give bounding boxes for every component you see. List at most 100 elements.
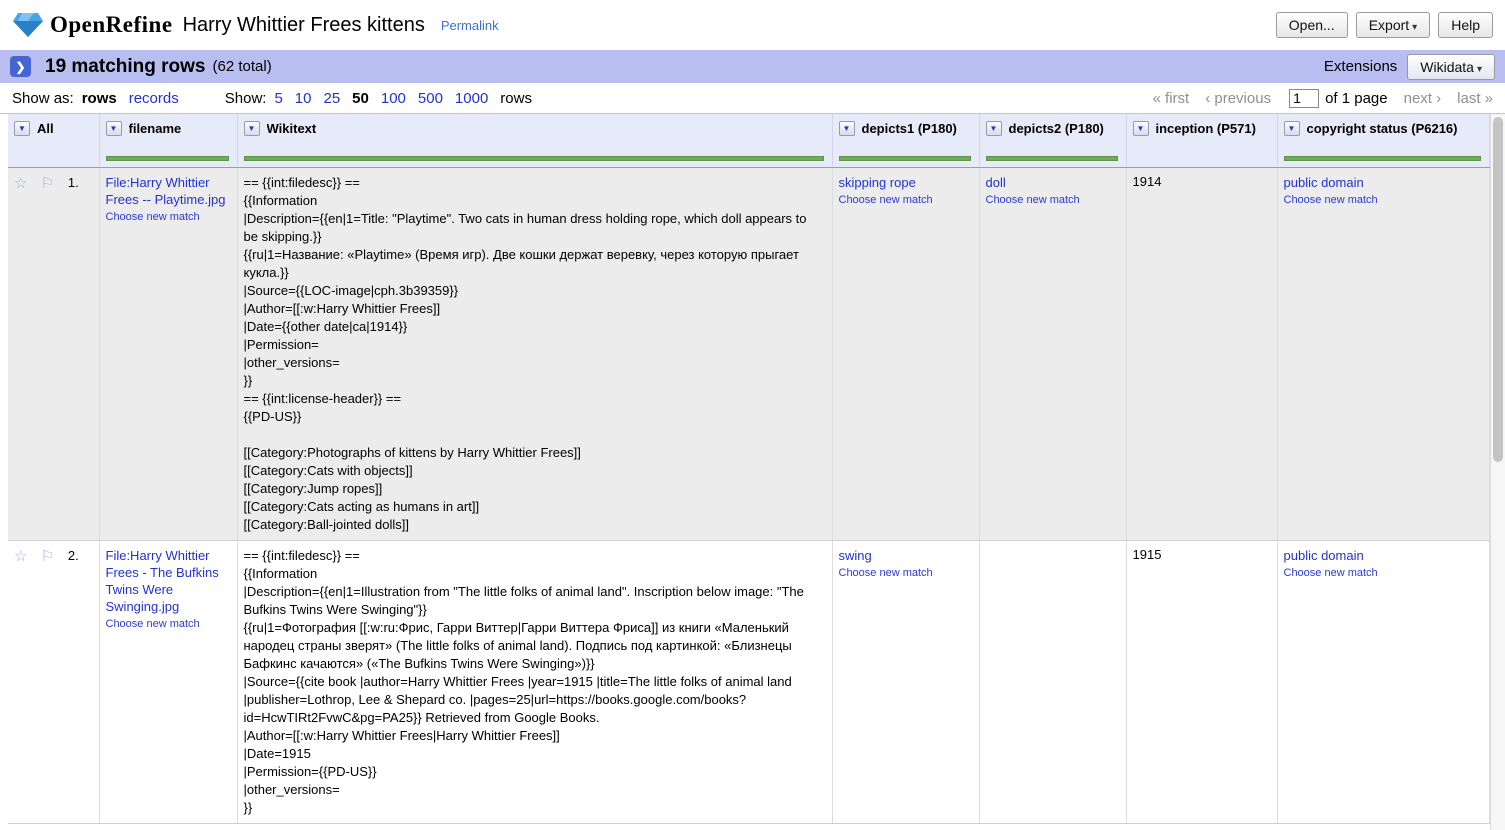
flag-icon[interactable]: ⚐ <box>40 548 53 566</box>
page-size-25[interactable]: 25 <box>323 90 340 107</box>
filename-link[interactable]: File:Harry Whittier Frees -- Playtime.jp… <box>106 175 226 207</box>
show-as-records-option[interactable]: records <box>129 90 179 107</box>
choose-new-match-link[interactable]: Choose new match <box>106 211 229 223</box>
chevron-down-icon: ▾ <box>1412 22 1417 33</box>
show-as-rows-option[interactable]: rows <box>82 90 117 107</box>
reconciliation-progress-bar <box>106 156 229 161</box>
last-page-button[interactable]: last » <box>1457 90 1493 107</box>
open-button[interactable]: Open... <box>1276 12 1348 38</box>
column-name-all: All <box>37 121 54 136</box>
openrefine-app: OpenRefine Harry Whittier Frees kittens … <box>0 0 1505 830</box>
reconciliation-progress-bar <box>1284 156 1481 161</box>
column-menu-button-depicts2[interactable]: ▼ <box>986 121 1002 136</box>
depicts2-link[interactable]: doll <box>986 175 1006 190</box>
total-rows-count: (62 total) <box>213 58 272 75</box>
chevron-down-icon: ▼ <box>18 125 26 133</box>
column-menu-button-copyright-status[interactable]: ▼ <box>1284 121 1300 136</box>
row-index: 1. <box>68 175 79 190</box>
column-name-copyright-status: copyright status (P6216) <box>1307 121 1458 136</box>
wikitext-cell[interactable]: == {{int:filedesc}} == {{Information |De… <box>237 167 832 540</box>
choose-new-match-link[interactable]: Choose new match <box>1284 567 1481 579</box>
next-page-button[interactable]: next › <box>1404 90 1442 107</box>
chevron-down-icon: ▼ <box>1137 125 1145 133</box>
data-table-area: ▼ All ▼ filename <box>0 114 1505 824</box>
page-size-5[interactable]: 5 <box>274 90 282 107</box>
column-menu-button-all[interactable]: ▼ <box>14 121 30 136</box>
filename-link[interactable]: File:Harry Whittier Frees - The Bufkins … <box>106 548 219 614</box>
choose-new-match-link[interactable]: Choose new match <box>106 618 229 630</box>
show-label: Show: <box>225 90 267 107</box>
chevron-down-icon: ▼ <box>110 125 118 133</box>
inception-cell[interactable]: 1915 <box>1126 540 1277 823</box>
table-row: ☆ ⚐ 2. File:Harry Whittier Frees - The B… <box>8 540 1489 823</box>
choose-new-match-link[interactable]: Choose new match <box>839 567 971 579</box>
inception-cell[interactable]: 1914 <box>1126 167 1277 540</box>
flag-icon[interactable]: ⚐ <box>40 175 53 193</box>
wikitext-cell[interactable]: == {{int:filedesc}} == {{Information |De… <box>237 540 832 823</box>
column-menu-button-inception[interactable]: ▼ <box>1133 121 1149 136</box>
row-controls-cell: ☆ ⚐ 2. <box>8 540 99 823</box>
app-name: OpenRefine <box>50 12 173 38</box>
data-table: ▼ All ▼ filename <box>8 114 1490 824</box>
column-menu-button-filename[interactable]: ▼ <box>106 121 122 136</box>
first-page-button[interactable]: « first <box>1153 90 1190 107</box>
star-icon[interactable]: ☆ <box>14 175 27 193</box>
permalink-link[interactable]: Permalink <box>441 18 499 33</box>
column-name-inception: inception (P571) <box>1156 121 1256 136</box>
top-bar: OpenRefine Harry Whittier Frees kittens … <box>0 0 1505 50</box>
view-options-bar: Show as: rows records Show: 5 10 25 50 1… <box>0 83 1505 114</box>
choose-new-match-link[interactable]: Choose new match <box>839 194 971 206</box>
copyright-status-link[interactable]: public domain <box>1284 548 1364 563</box>
star-icon[interactable]: ☆ <box>14 548 27 566</box>
inception-value: 1915 <box>1133 547 1162 562</box>
table-row: ☆ ⚐ 1. File:Harry Whittier Frees -- Play… <box>8 167 1489 540</box>
reconciliation-progress-bar <box>839 156 971 161</box>
depicts1-cell: swing Choose new match <box>832 540 979 823</box>
page-number-input[interactable] <box>1289 89 1319 108</box>
reconciliation-progress-bar <box>986 156 1118 161</box>
openrefine-logo-icon <box>12 12 44 38</box>
choose-new-match-link[interactable]: Choose new match <box>986 194 1118 206</box>
page-size-50-selected[interactable]: 50 <box>352 90 369 107</box>
depicts1-link[interactable]: swing <box>839 548 872 563</box>
show-as-label: Show as: <box>12 90 74 107</box>
vertical-scrollbar-track[interactable] <box>1490 114 1505 830</box>
facet-panel-toggle-button[interactable]: ❯ <box>10 56 31 77</box>
column-header-depicts1: ▼ depicts1 (P180) <box>832 114 979 167</box>
depicts2-cell: doll Choose new match <box>979 167 1126 540</box>
column-menu-button-depicts1[interactable]: ▼ <box>839 121 855 136</box>
page-count-label: of 1 page <box>1325 90 1388 107</box>
copyright-status-link[interactable]: public domain <box>1284 175 1364 190</box>
page-size-10[interactable]: 10 <box>295 90 312 107</box>
reconciliation-progress-bar <box>244 156 824 161</box>
column-header-all: ▼ All <box>8 114 99 167</box>
previous-page-button[interactable]: ‹ previous <box>1205 90 1271 107</box>
wikitext-value: == {{int:filedesc}} == {{Information |De… <box>244 174 824 534</box>
help-button[interactable]: Help <box>1438 12 1493 38</box>
export-button-label: Export <box>1369 17 1409 33</box>
column-header-inception: ▼ inception (P571) <box>1126 114 1277 167</box>
column-header-wikitext: ▼ Wikitext <box>237 114 832 167</box>
page-size-500[interactable]: 500 <box>418 90 443 107</box>
filename-cell: File:Harry Whittier Frees -- Playtime.jp… <box>99 167 237 540</box>
filename-cell: File:Harry Whittier Frees - The Bufkins … <box>99 540 237 823</box>
chevron-down-icon: ▼ <box>248 125 256 133</box>
wikidata-extension-label: Wikidata <box>1420 59 1474 75</box>
row-controls-cell: ☆ ⚐ 1. <box>8 167 99 540</box>
vertical-scrollbar-thumb[interactable] <box>1493 117 1503 462</box>
column-name-filename: filename <box>129 121 182 136</box>
depicts1-cell: skipping rope Choose new match <box>832 167 979 540</box>
column-name-depicts1: depicts1 (P180) <box>862 121 957 136</box>
wikidata-extension-button[interactable]: Wikidata▾ <box>1407 54 1495 80</box>
column-menu-button-wikitext[interactable]: ▼ <box>244 121 260 136</box>
copyright-status-cell: public domain Choose new match <box>1277 540 1489 823</box>
export-button[interactable]: Export▾ <box>1356 12 1431 38</box>
depicts1-link[interactable]: skipping rope <box>839 175 916 190</box>
choose-new-match-link[interactable]: Choose new match <box>1284 194 1481 206</box>
depicts2-cell[interactable] <box>979 540 1126 823</box>
column-name-depicts2: depicts2 (P180) <box>1009 121 1104 136</box>
copyright-status-cell: public domain Choose new match <box>1277 167 1489 540</box>
table-header-row: ▼ All ▼ filename <box>8 114 1489 167</box>
page-size-100[interactable]: 100 <box>381 90 406 107</box>
page-size-1000[interactable]: 1000 <box>455 90 488 107</box>
